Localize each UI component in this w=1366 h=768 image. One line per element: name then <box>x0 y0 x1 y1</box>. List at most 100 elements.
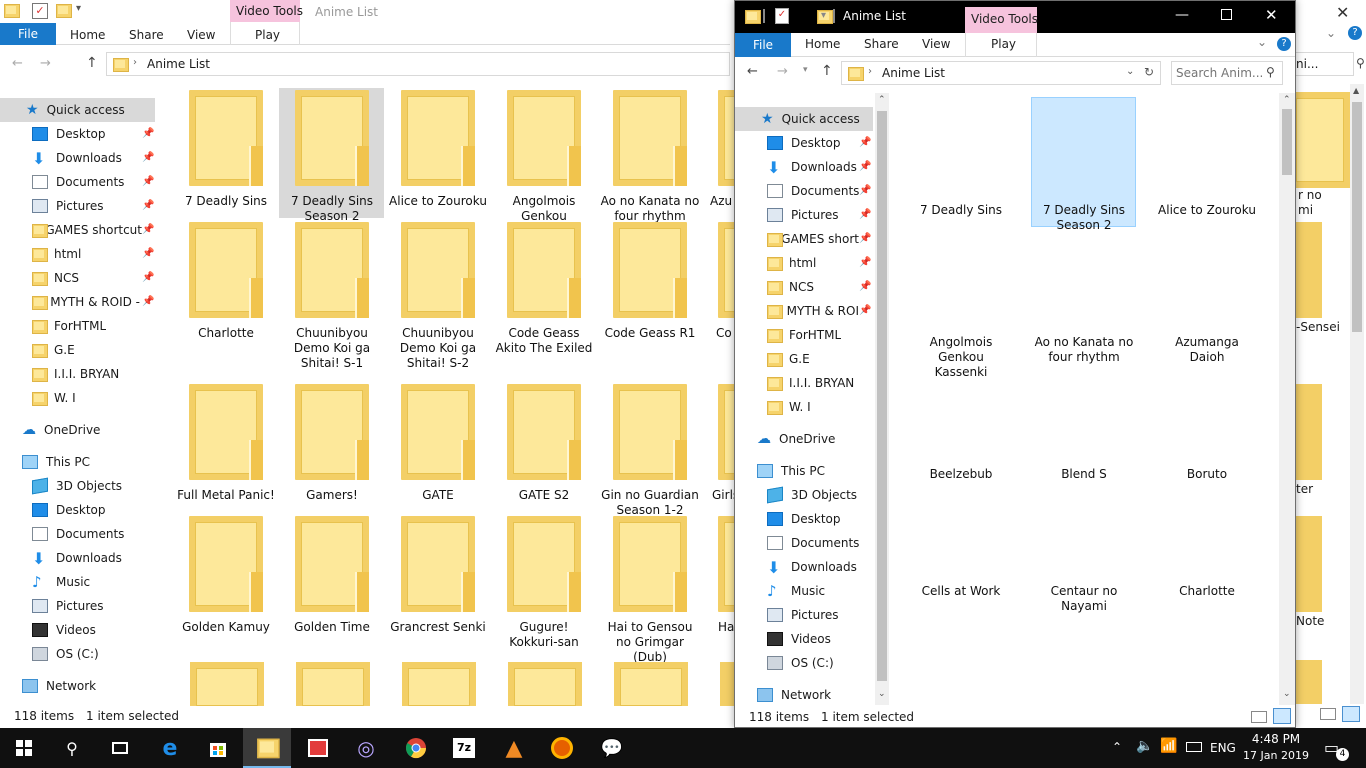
forward-arrow-icon[interactable]: → <box>777 64 788 79</box>
nav-network[interactable]: Network <box>22 674 96 698</box>
pin-icon[interactable]: 📌 <box>142 248 154 259</box>
tab-play[interactable]: Play <box>991 37 1016 51</box>
tab-home[interactable]: Home <box>70 28 105 42</box>
folder-item[interactable]: Blend S <box>1034 459 1134 482</box>
chrome-icon[interactable] <box>392 728 440 768</box>
nav-this-pc[interactable]: This PC <box>757 459 825 483</box>
nav-3d-objects[interactable]: 3D Objects <box>767 483 857 507</box>
file-tab[interactable]: File <box>0 23 56 45</box>
scroll-thumb[interactable] <box>1282 109 1292 175</box>
pin-icon[interactable]: 📌 <box>859 161 871 172</box>
folder-item[interactable]: Charlotte <box>176 222 276 341</box>
folder-item[interactable]: Gamers! <box>282 384 382 503</box>
close-icon[interactable]: ✕ <box>1265 6 1278 24</box>
nav-videos[interactable]: Videos <box>32 618 96 642</box>
properties-icon[interactable]: ✓ <box>32 3 48 19</box>
nav-this-pc[interactable]: This PC <box>22 450 90 474</box>
pin-icon[interactable]: 📌 <box>859 185 871 196</box>
nav-forhtml[interactable]: ForHTML <box>767 323 841 347</box>
pin-icon[interactable]: 📌 <box>859 233 871 244</box>
folder-item[interactable]: Alice to Zouroku <box>1157 195 1257 218</box>
scroll-up-icon[interactable]: ⌃ <box>1283 95 1291 105</box>
close-icon[interactable]: ✕ <box>1336 3 1349 22</box>
qat-dropdown-icon[interactable]: ▾ <box>76 3 81 14</box>
clock-time[interactable]: 4:48 PM <box>1246 732 1306 746</box>
content-scrollbar[interactable]: ⌃ ⌄ <box>1279 93 1295 705</box>
pin-icon[interactable]: 📌 <box>859 137 871 148</box>
address-bar[interactable]: › Anime List <box>106 52 730 76</box>
nav-music[interactable]: ♪ Music <box>767 579 825 603</box>
folder-item[interactable]: Co <box>706 222 735 341</box>
nav-myth-roid[interactable]: MYTH & ROID - <box>32 290 140 314</box>
nav-pc-documents[interactable]: Documents <box>767 531 859 555</box>
properties-icon[interactable]: ✓ <box>775 8 789 24</box>
folder-item[interactable]: Chuunibyou Demo Koi ga Shitai! S-2 <box>388 222 488 371</box>
language-indicator[interactable]: ENG <box>1210 741 1236 755</box>
folder-item[interactable]: Code Geass Akito The Exiled <box>494 222 594 356</box>
nav-pc-downloads[interactable]: ⬇ Downloads <box>767 555 857 579</box>
nav-pc-documents[interactable]: Documents <box>32 522 124 546</box>
nav-pc-pictures[interactable]: Pictures <box>767 603 839 627</box>
nav-os-c[interactable]: OS (C:) <box>767 651 834 675</box>
pin-icon[interactable]: 📌 <box>859 281 871 292</box>
battery-icon[interactable] <box>1186 742 1202 752</box>
folder-icon[interactable] <box>1296 222 1322 318</box>
scroll-thumb[interactable] <box>877 111 887 681</box>
nav-bryan[interactable]: I.I.I. BRYAN <box>767 371 854 395</box>
nav-ncs[interactable]: NCS <box>32 266 152 290</box>
scroll-up-icon[interactable]: ▲ <box>1353 86 1359 95</box>
tab-view[interactable]: View <box>922 37 950 51</box>
tab-play[interactable]: Play <box>255 28 280 42</box>
folder-icon[interactable] <box>720 662 735 706</box>
pin-icon[interactable]: 📌 <box>859 257 871 268</box>
maximize-icon[interactable] <box>1221 9 1232 20</box>
scroll-down-icon[interactable]: ⌄ <box>1283 689 1291 699</box>
nav-documents[interactable]: Documents <box>767 179 867 203</box>
nav-pictures[interactable]: Pictures <box>767 203 867 227</box>
edge-icon[interactable]: e <box>146 728 194 768</box>
address-dropdown-icon[interactable]: ⌄ <box>1126 66 1134 77</box>
folder-icon[interactable] <box>1296 660 1322 704</box>
back-arrow-icon[interactable]: ← <box>12 56 23 71</box>
pin-icon[interactable]: 📌 <box>142 176 154 187</box>
details-view-icon[interactable] <box>1251 711 1267 723</box>
vlc-icon[interactable]: ▲ <box>490 728 538 768</box>
pin-icon[interactable]: 📌 <box>142 224 154 235</box>
show-hidden-icons-icon[interactable]: ⌃ <box>1112 740 1122 754</box>
folder-icon[interactable] <box>1296 92 1350 188</box>
pin-icon[interactable]: 📌 <box>142 152 154 163</box>
tab-home[interactable]: Home <box>805 37 840 51</box>
pin-icon[interactable]: 📌 <box>142 128 154 139</box>
folder-icon[interactable] <box>508 662 582 706</box>
nav-pc-pictures[interactable]: Pictures <box>32 594 104 618</box>
folder-icon[interactable] <box>402 662 476 706</box>
details-view-icon[interactable] <box>1320 708 1336 720</box>
folder-item[interactable]: Ao no Kanata no four rhythm <box>600 90 700 224</box>
nav-os-c[interactable]: OS (C:) <box>32 642 99 666</box>
nav-pictures[interactable]: Pictures <box>32 194 152 218</box>
folder-item[interactable]: Hai to Gensou no Grimgar (Dub) <box>600 516 700 665</box>
recent-dropdown-icon[interactable]: ▾ <box>803 65 808 75</box>
scrollbar[interactable]: ▲ <box>1350 84 1364 704</box>
folder-item[interactable]: 7 Deadly Sins Season 2 <box>282 90 382 224</box>
scroll-down-icon[interactable]: ⌄ <box>878 689 886 699</box>
large-icons-view-icon[interactable] <box>1342 706 1360 722</box>
minimize-icon[interactable]: — <box>1175 7 1189 23</box>
address-bar[interactable]: › Anime List ⌄ ↻ <box>841 61 1161 85</box>
firefox-icon[interactable] <box>538 728 586 768</box>
nav-pc-desktop[interactable]: Desktop <box>32 498 106 522</box>
scroll-thumb[interactable] <box>1352 102 1362 332</box>
nav-network[interactable]: Network <box>757 683 831 705</box>
folder-item[interactable]: Azu <box>706 90 735 209</box>
nav-ge[interactable]: G.E <box>767 347 810 371</box>
start-button[interactable] <box>0 728 48 768</box>
ribbon-collapse-icon[interactable]: ⌄ <box>1326 26 1336 40</box>
nav-pc-desktop[interactable]: Desktop <box>767 507 841 531</box>
folder-icon[interactable] <box>296 662 370 706</box>
folder-item[interactable]: 7 Deadly Sins <box>911 195 1011 218</box>
search-icon[interactable]: ⚲ <box>48 728 96 768</box>
gift-icon[interactable] <box>294 728 342 768</box>
folder-item[interactable]: Cells at Work <box>911 576 1011 599</box>
folder-item[interactable]: Gugure! Kokkuri-san <box>494 516 594 650</box>
up-arrow-icon[interactable]: ↑ <box>821 63 833 79</box>
